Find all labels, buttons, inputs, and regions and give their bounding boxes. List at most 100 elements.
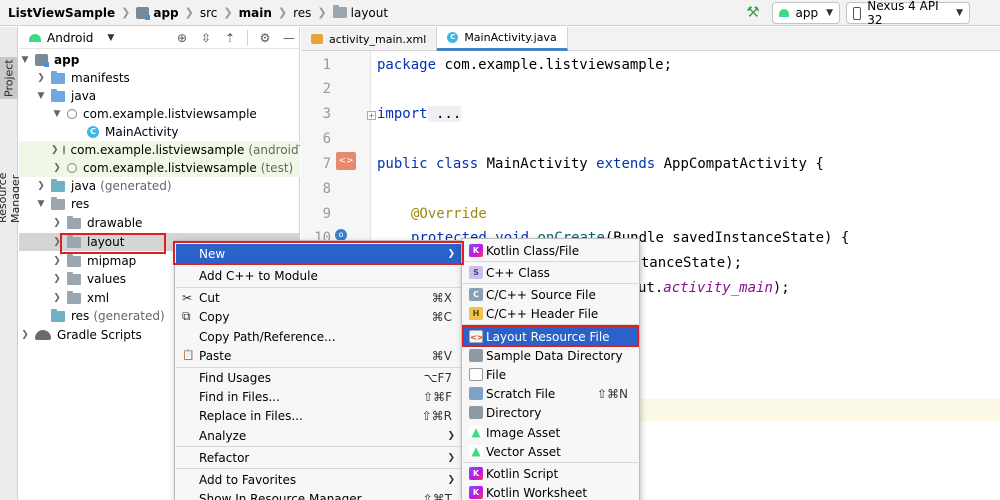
menu-item-show-in-resource-manager[interactable]: Show In Resource Manager ⇧⌘T <box>176 489 462 500</box>
menu-item-find-in-files[interactable]: Find in Files... ⇧⌘F <box>176 387 462 406</box>
menu-item-cut[interactable]: ✂ Cut ⌘X <box>176 288 462 307</box>
view-mode-selector[interactable]: Android <box>47 31 93 45</box>
chevron-down-icon[interactable]: ▼ <box>19 55 31 65</box>
panel-header-actions: ⊕ ⇳ ⇡ ⚙ — <box>171 30 300 46</box>
resource-manager-tool-tab[interactable]: Resource Manager <box>0 127 22 223</box>
menu-item-find-usages[interactable]: Find Usages ⌥F7 <box>176 368 462 387</box>
line-number: 3 <box>322 106 331 122</box>
project-tab-label: Project <box>2 59 16 97</box>
minimize-icon[interactable]: — <box>278 30 300 46</box>
breadcrumb-layout[interactable]: layout <box>332 0 388 26</box>
submenu-item-file[interactable]: File <box>463 365 638 384</box>
menu-item-add-cpp[interactable]: Add C++ to Module <box>176 266 462 285</box>
menu-item-analyze[interactable]: Analyze ❯ <box>176 426 462 445</box>
tree-item-java-generated[interactable]: ❯ java (generated) <box>19 177 300 195</box>
tree-label: Gradle Scripts <box>57 328 142 342</box>
tree-item-java[interactable]: ▼ java <box>19 87 300 105</box>
submenu-item-directory[interactable]: Directory <box>463 403 638 422</box>
chevron-right-icon: ❯ <box>277 6 288 19</box>
submenu-item-vector-asset[interactable]: ▲ Vector Asset <box>463 442 638 461</box>
menu-separator <box>463 283 638 284</box>
breadcrumb-project[interactable]: ListViewSample <box>8 0 115 26</box>
tree-item-package-androidtest[interactable]: ❯ com.example.listviewsample (androidTes… <box>19 141 300 159</box>
chevron-right-icon[interactable]: ❯ <box>51 145 59 155</box>
chevron-down-icon[interactable]: ▼ <box>51 109 63 119</box>
chevron-down-icon[interactable]: ▼ <box>35 199 47 209</box>
tree-suffix: (androidTest) <box>248 143 300 157</box>
folded-imports[interactable]: ... <box>427 106 462 122</box>
menu-label: Add C++ to Module <box>199 268 318 283</box>
layout-resource-file-highlight-box <box>462 325 639 347</box>
menu-item-copy[interactable]: ⧉ Copy ⌘C <box>176 307 462 326</box>
run-config-dropdown[interactable]: app ▼ <box>772 2 840 24</box>
breadcrumb-main[interactable]: main <box>239 0 272 26</box>
menu-shortcut: ⌘V <box>431 348 452 363</box>
tree-item-drawable[interactable]: ❯ drawable <box>19 214 300 232</box>
expand-all-icon[interactable]: ⇳ <box>195 30 217 46</box>
chevron-right-icon[interactable]: ❯ <box>51 293 63 303</box>
menu-label: Find in Files... <box>199 389 280 404</box>
tree-item-app[interactable]: ▼ app <box>19 51 300 69</box>
layout-gutter-icon[interactable]: <> <box>336 152 356 170</box>
menu-item-add-to-favorites[interactable]: Add to Favorites ❯ <box>176 470 462 489</box>
cpp-class-icon: S <box>469 266 483 279</box>
tab-mainactivity-java[interactable]: C MainActivity.java <box>437 27 568 51</box>
submenu-item-kotlin-script[interactable]: K Kotlin Script <box>463 464 638 483</box>
submenu-item-cpp-header[interactable]: H C/C++ Header File <box>463 304 638 323</box>
gear-icon[interactable]: ⚙ <box>254 30 276 46</box>
project-tool-tab[interactable]: Project <box>0 57 18 99</box>
tree-item-package-test[interactable]: ❯ com.example.listviewsample (test) <box>19 159 300 177</box>
fold-plus-icon[interactable]: + <box>367 111 376 120</box>
tree-label: drawable <box>87 216 143 230</box>
chevron-right-icon[interactable]: ❯ <box>51 274 63 284</box>
line-number: 6 <box>322 131 331 147</box>
submenu-item-cpp-source[interactable]: C C/C++ Source File <box>463 285 638 304</box>
submenu-item-kotlin-class[interactable]: K Kotlin Class/File <box>463 241 638 260</box>
code-token: ); <box>772 280 790 296</box>
line-number: 7 <box>322 156 331 172</box>
chevron-right-icon[interactable]: ❯ <box>35 73 47 83</box>
submenu-item-sample-data-directory[interactable]: Sample Data Directory <box>463 346 638 365</box>
menu-item-refactor[interactable]: Refactor ❯ <box>176 448 462 467</box>
submenu-item-kotlin-worksheet[interactable]: K Kotlin Worksheet <box>463 483 638 500</box>
chevron-right-icon[interactable]: ❯ <box>51 163 63 173</box>
collapse-all-icon[interactable]: ⇡ <box>219 30 241 46</box>
breadcrumb-module[interactable]: app <box>136 0 179 26</box>
submenu-item-cpp-class[interactable]: S C++ Class <box>463 263 638 282</box>
phone-icon <box>853 6 862 20</box>
caret-down-icon[interactable]: ▼ <box>107 33 114 43</box>
chevron-right-icon[interactable]: ❯ <box>51 218 63 228</box>
menu-item-replace-in-files[interactable]: Replace in Files... ⇧⌘R <box>176 406 462 425</box>
folder-icon <box>51 196 65 210</box>
code-line-9: @Override <box>411 206 487 222</box>
build-hammer-icon[interactable]: ⚒ <box>742 3 764 23</box>
tab-activity-main-xml[interactable]: activity_main.xml <box>301 27 438 51</box>
module-icon <box>136 6 151 20</box>
breadcrumb-res[interactable]: res <box>293 0 311 26</box>
code-token: MainActivity <box>478 156 597 172</box>
menu-item-copy-path[interactable]: Copy Path/Reference... <box>176 327 462 346</box>
tree-item-res[interactable]: ▼ res <box>19 195 300 213</box>
menu-item-paste[interactable]: 📋 Paste ⌘V <box>176 346 462 365</box>
chevron-right-icon: ❯ <box>317 6 327 19</box>
code-token: com.example.listviewsample; <box>436 57 673 73</box>
tree-item-manifests[interactable]: ❯ manifests <box>19 69 300 87</box>
device-dropdown[interactable]: Nexus 4 API 32 ▼ <box>846 0 970 27</box>
tree-item-package[interactable]: ▼ com.example.listviewsample <box>19 105 300 123</box>
chevron-right-icon[interactable]: ❯ <box>51 256 63 266</box>
chevron-right-icon[interactable]: ❯ <box>35 181 47 191</box>
folder-icon <box>67 290 81 304</box>
tree-label: MainActivity <box>105 125 179 139</box>
chevron-down-icon[interactable]: ▼ <box>35 91 47 101</box>
menu-label: Show In Resource Manager <box>199 491 362 500</box>
submenu-item-image-asset[interactable]: ▲ Image Asset <box>463 423 638 442</box>
breadcrumb-src[interactable]: src <box>200 0 218 26</box>
generated-folder-icon <box>51 308 65 322</box>
tree-label: res <box>71 197 90 211</box>
folder-icon <box>332 5 347 18</box>
submenu-item-scratch-file[interactable]: Scratch File ⇧⌘N <box>463 384 638 403</box>
chevron-right-icon[interactable]: ❯ <box>19 330 31 340</box>
crosshair-icon[interactable]: ⊕ <box>171 30 193 46</box>
tree-suffix: (test) <box>260 161 294 175</box>
tree-item-mainactivity[interactable]: C MainActivity <box>19 123 300 141</box>
